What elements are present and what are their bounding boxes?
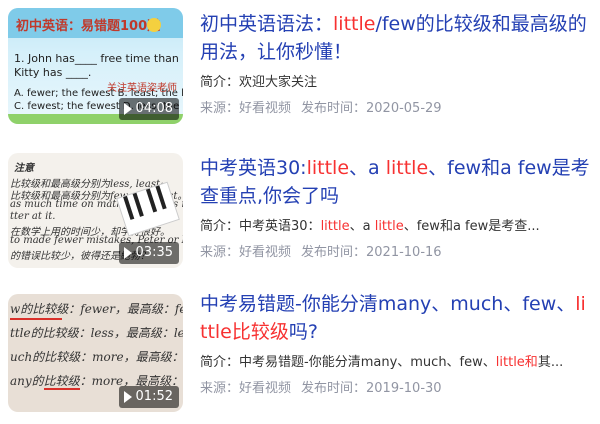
moon-icon [147, 18, 161, 32]
duration-text: 04:08 [135, 101, 173, 116]
video-results-list: 初中英语：易错题100道 1. John has____ free time t… [0, 0, 600, 424]
thumbnail-line: uch的比较级：more，最高级：most [10, 350, 183, 364]
duration-badge: 01:52 [118, 386, 179, 408]
thumbnail-line: ttle的比较级：less，最高级：least [10, 326, 183, 340]
result-meta: 来源：好看视频 发布时间：2019-10-30 [200, 380, 592, 398]
title-highlight: little [306, 157, 350, 179]
thumbnail-line: 注意 [14, 163, 34, 174]
source-label: 来源：好看视频 [200, 381, 292, 396]
title-segment: 、a [349, 157, 386, 179]
duration-badge: 03:35 [118, 242, 179, 264]
title-highlight: little [385, 157, 429, 179]
desc-text: 中考易错题-你能分清many、much、few、 [239, 355, 496, 370]
publish-date: 发布时间：2020-05-29 [301, 101, 442, 116]
title-segment: 中考易错题-你能分清many、much、few、 [200, 293, 576, 315]
result-title-link[interactable]: 中考易错题-你能分清many、much、few、little比较级吗? [200, 290, 592, 346]
thumbnail-header-text: 初中英语：易错题100道 [16, 19, 161, 34]
desc-highlight: little和 [495, 355, 538, 370]
desc-highlight: little [374, 219, 404, 234]
video-thumbnail[interactable]: 注意 比较级和最高级分别为less, least; 比较级和最高级分别为fewe… [8, 153, 183, 268]
publish-date: 发布时间：2019-10-30 [301, 381, 442, 396]
duration-text: 03:35 [135, 245, 173, 260]
desc-prefix: 简介： [200, 355, 240, 370]
title-segment: 吗? [288, 321, 318, 343]
thumbnail-line: w的比较级：fewer，最高级：fewest [10, 302, 183, 316]
duration-badge: 04:08 [118, 98, 179, 120]
source-label: 来源：好看视频 [200, 245, 292, 260]
desc-text: 、few和a few是考查... [403, 219, 540, 234]
thumbnail-line: 1. John has____ free time than Mike, but [14, 52, 183, 65]
play-icon [123, 103, 132, 115]
source-label: 来源：好看视频 [200, 101, 292, 116]
thumbnail-line: Kitty has ____. [14, 66, 92, 79]
red-underline [10, 318, 62, 320]
video-thumbnail[interactable]: w的比较级：fewer，最高级：fewest ttle的比较级：less，最高级… [8, 294, 183, 412]
result-description: 简介：欢迎大家关注 [200, 74, 592, 92]
publish-date: 发布时间：2021-10-16 [301, 245, 442, 260]
result-info: 初中英语语法：little/few的比较级和最高级的用法，让你秒懂！ 简介：欢迎… [200, 10, 592, 118]
result-meta: 来源：好看视频 发布时间：2020-05-29 [200, 100, 592, 118]
desc-prefix: 简介： [200, 219, 240, 234]
desc-text: 其... [537, 355, 564, 370]
title-segment: 中考英语30: [200, 157, 307, 179]
video-result-item: 注意 比较级和最高级分别为less, least; 比较级和最高级分别为fewe… [0, 150, 600, 274]
result-title-link[interactable]: 初中英语语法：little/few的比较级和最高级的用法，让你秒懂！ [200, 10, 592, 66]
red-underline [44, 388, 80, 390]
play-icon [123, 391, 132, 403]
result-description: 简介：中考英语30：little、a little、few和a few是考查..… [200, 218, 592, 236]
result-info: 中考易错题-你能分清many、much、few、little比较级吗? 简介：中… [200, 290, 592, 398]
result-meta: 来源：好看视频 发布时间：2021-10-16 [200, 244, 592, 262]
duration-text: 01:52 [135, 389, 173, 404]
result-description: 简介：中考易错题-你能分清many、much、few、little和其... [200, 354, 592, 372]
play-icon [123, 247, 132, 259]
result-info: 中考英语30:little、a little、few和a few是考查重点,你会… [200, 154, 592, 262]
title-segment: 初中英语语法： [200, 13, 334, 35]
title-highlight: little [333, 13, 376, 35]
result-title-link[interactable]: 中考英语30:little、a little、few和a few是考查重点,你会… [200, 154, 592, 210]
video-thumbnail[interactable]: 初中英语：易错题100道 1. John has____ free time t… [8, 8, 183, 124]
video-result-item: w的比较级：fewer，最高级：fewest ttle的比较级：less，最高级… [0, 290, 600, 414]
desc-prefix: 简介： [200, 75, 240, 90]
thumbnail-line: tter at it. [10, 211, 56, 222]
desc-text: 中考英语30： [239, 219, 321, 234]
desc-text: 、a [349, 219, 375, 234]
desc-highlight: little [320, 219, 350, 234]
video-result-item: 初中英语：易错题100道 1. John has____ free time t… [0, 0, 600, 124]
desc-text: 欢迎大家关注 [239, 75, 318, 90]
thumbnail-tag: 关注英语姿老师 [107, 83, 177, 94]
